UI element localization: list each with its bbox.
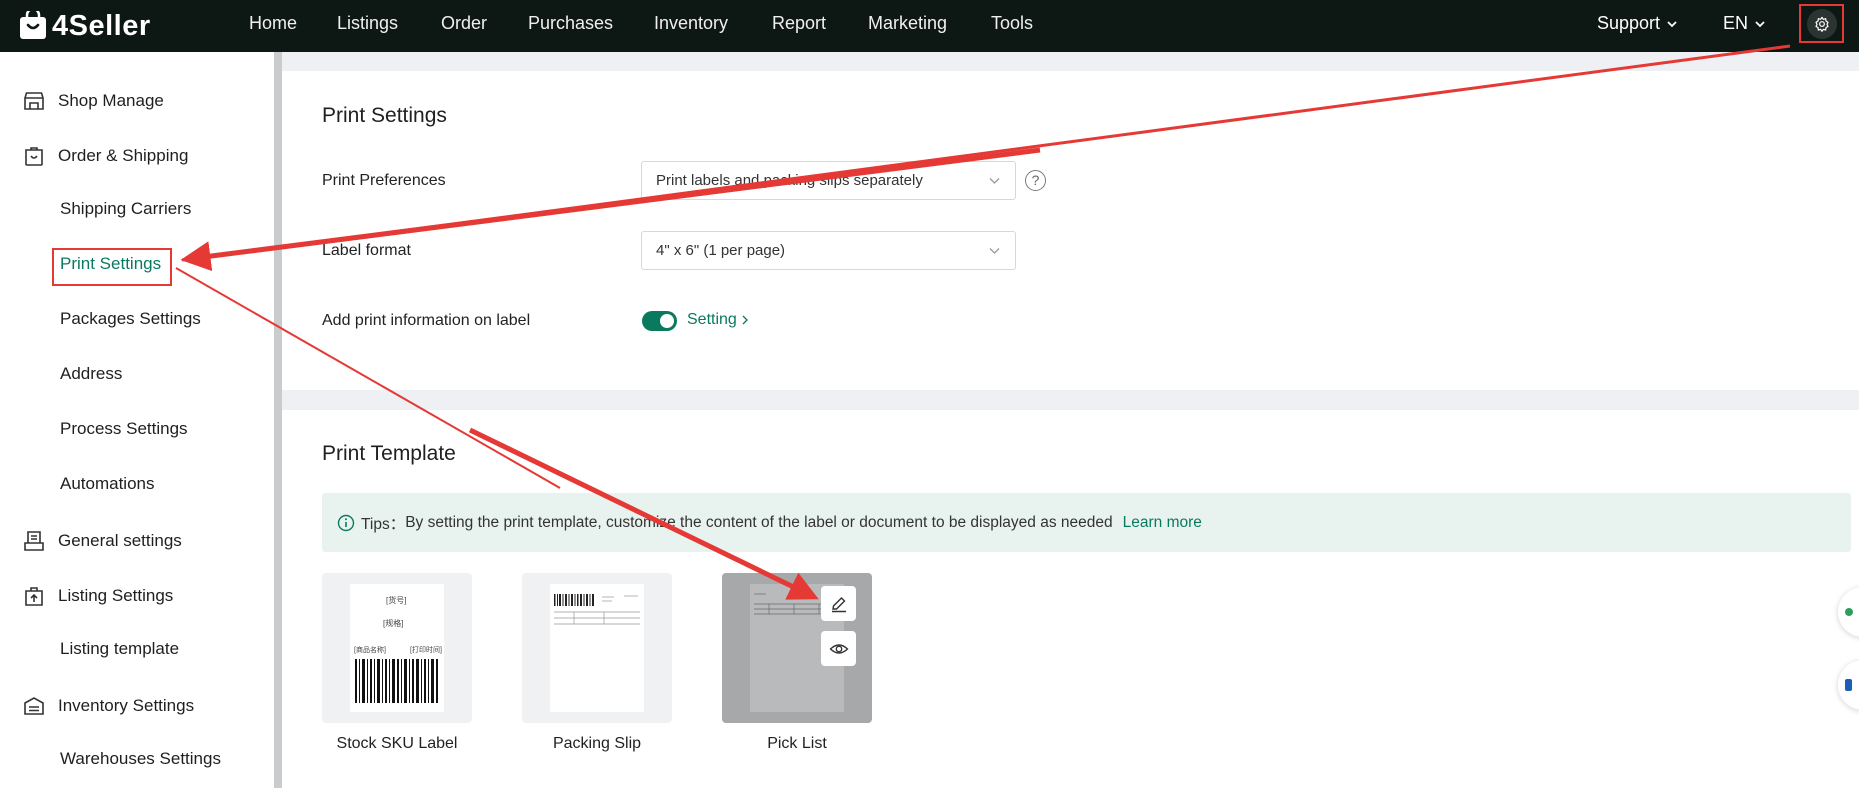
packing-slip-preview-icon — [554, 594, 640, 625]
print-template-card — [282, 410, 1859, 788]
page: 4Seller Home Listings Order Purchases In… — [0, 0, 1859, 788]
sidebar-item-listing-template[interactable]: Listing template — [60, 639, 179, 659]
tips-prefix: Tips： — [361, 515, 406, 533]
label-format-select[interactable]: 4" x 6" (1 per page) — [641, 231, 1016, 270]
sidebar-item-label: Inventory Settings — [58, 696, 195, 715]
sidebar-item-label: Listing template — [60, 639, 180, 658]
warehouse-icon — [24, 697, 44, 715]
sidebar-item-general-settings[interactable]: General settings — [22, 529, 182, 553]
print-preferences-label: Print Preferences — [322, 172, 446, 189]
top-navbar: 4Seller Home Listings Order Purchases In… — [0, 0, 1859, 52]
add-print-info-label: Add print information on label — [322, 312, 531, 329]
sidebar-item-process-settings[interactable]: Process Settings — [60, 419, 188, 439]
support-menu[interactable]: Support — [1597, 13, 1678, 34]
support-label: Support — [1597, 13, 1661, 33]
chat-icon — [1845, 608, 1853, 616]
template-name: Stock SKU Label — [336, 735, 458, 752]
sidebar-item-label: General settings — [58, 531, 182, 550]
toggle-knob — [660, 314, 674, 328]
language-menu[interactable]: EN — [1723, 13, 1766, 34]
preview-text: [打印时间] — [410, 647, 442, 654]
nav-inventory[interactable]: Inventory — [654, 13, 728, 34]
sidebar-item-label: Print Settings — [60, 254, 162, 273]
help-widget-icon — [1845, 679, 1852, 691]
preview-text: [规格] — [383, 619, 404, 628]
gear-icon — [1814, 16, 1829, 32]
template-card-packing-slip[interactable] — [522, 573, 672, 723]
brand-logo[interactable]: 4Seller — [18, 6, 151, 46]
sidebar-item-packages-settings[interactable]: Packages Settings — [60, 309, 201, 329]
template-preview: [货号] [规格] [商品名称] [打印时间] — [350, 584, 444, 712]
label-format-value: 4" x 6" (1 per page) — [656, 242, 786, 259]
store-icon — [24, 92, 44, 110]
bag-icon — [25, 147, 43, 166]
sidebar-item-shop-manage[interactable]: Shop Manage — [22, 89, 164, 113]
nav-purchases[interactable]: Purchases — [528, 13, 613, 34]
sidebar-item-warehouses-settings[interactable]: Warehouses Settings — [60, 749, 221, 769]
sidebar-item-label: Warehouses Settings — [60, 749, 221, 768]
chevron-down-icon — [989, 178, 1000, 184]
eye-icon — [828, 643, 849, 654]
sidebar-item-label: Packages Settings — [60, 309, 201, 328]
label-format-label: Label format — [322, 242, 411, 259]
setting-link-label: Setting — [687, 311, 737, 328]
settings-button[interactable] — [1799, 4, 1844, 43]
chevron-down-icon — [1755, 20, 1765, 27]
preview-text: [商品名称] — [354, 647, 386, 654]
sidebar-item-shipping-carriers[interactable]: Shipping Carriers — [60, 199, 191, 219]
chevron-down-icon — [1667, 20, 1677, 27]
sidebar-item-label: Shop Manage — [58, 91, 164, 110]
chevron-down-icon — [989, 248, 1000, 254]
bag-logo-icon — [20, 11, 46, 39]
sidebar-item-label: Address — [60, 364, 123, 383]
language-label: EN — [1723, 13, 1749, 33]
preview-template-button[interactable] — [821, 631, 856, 666]
nav-tools[interactable]: Tools — [991, 13, 1033, 34]
add-print-info-toggle[interactable] — [642, 311, 677, 331]
preview-text: [货号] — [386, 596, 407, 605]
brand-name: 4Seller — [52, 9, 151, 42]
barcode-icon — [355, 659, 438, 703]
nav-order[interactable]: Order — [441, 13, 487, 34]
print-template-title: Print Template — [322, 442, 456, 465]
template-name: Pick List — [767, 735, 827, 752]
sidebar-item-label: Order & Shipping — [58, 146, 189, 165]
sidebar-item-inventory-settings[interactable]: Inventory Settings — [22, 694, 194, 718]
template-preview — [550, 584, 644, 712]
edit-template-button[interactable] — [821, 586, 856, 621]
sidebar-item-label: Listing Settings — [58, 586, 174, 605]
nav-marketing[interactable]: Marketing — [868, 13, 947, 34]
tips-banner: Tips： By setting the print template, cus… — [322, 493, 1851, 552]
print-preferences-select[interactable]: Print labels and packing slips separatel… — [641, 161, 1016, 200]
print-settings-title: Print Settings — [322, 104, 447, 127]
template-card-pick-list[interactable] — [722, 573, 872, 723]
nav-home[interactable]: Home — [249, 13, 297, 34]
setting-link[interactable]: Setting — [687, 311, 750, 329]
sidebar-item-automations[interactable]: Automations — [60, 474, 155, 494]
print-settings-card — [282, 71, 1859, 390]
chevron-right-icon — [742, 315, 748, 325]
settings-button-bg — [1806, 8, 1837, 39]
sidebar-scrollbar[interactable] — [274, 52, 282, 788]
help-icon[interactable]: ? — [1025, 170, 1046, 191]
sidebar-item-label: Process Settings — [60, 419, 188, 438]
edit-icon — [831, 596, 846, 612]
sidebar-item-print-settings[interactable]: Print Settings — [60, 254, 161, 274]
info-icon — [337, 514, 355, 531]
sidebar-item-listing-settings[interactable]: Listing Settings — [22, 584, 173, 608]
print-preferences-value: Print labels and packing slips separatel… — [656, 172, 923, 189]
printer-icon — [24, 531, 44, 551]
nav-report[interactable]: Report — [772, 13, 826, 34]
template-card-stock-sku-label[interactable]: [货号] [规格] [商品名称] [打印时间] — [322, 573, 472, 723]
sidebar-item-address[interactable]: Address — [60, 364, 122, 384]
sidebar-item-label: Shipping Carriers — [60, 199, 192, 218]
template-name: Packing Slip — [552, 735, 642, 752]
tips-text: By setting the print template, customize… — [405, 513, 1113, 531]
nav-listings[interactable]: Listings — [337, 13, 398, 34]
learn-more-link[interactable]: Learn more — [1123, 514, 1202, 532]
sidebar-item-label: Automations — [60, 474, 155, 493]
sidebar-item-order-shipping[interactable]: Order & Shipping — [22, 144, 188, 168]
upload-bag-icon — [25, 587, 43, 606]
